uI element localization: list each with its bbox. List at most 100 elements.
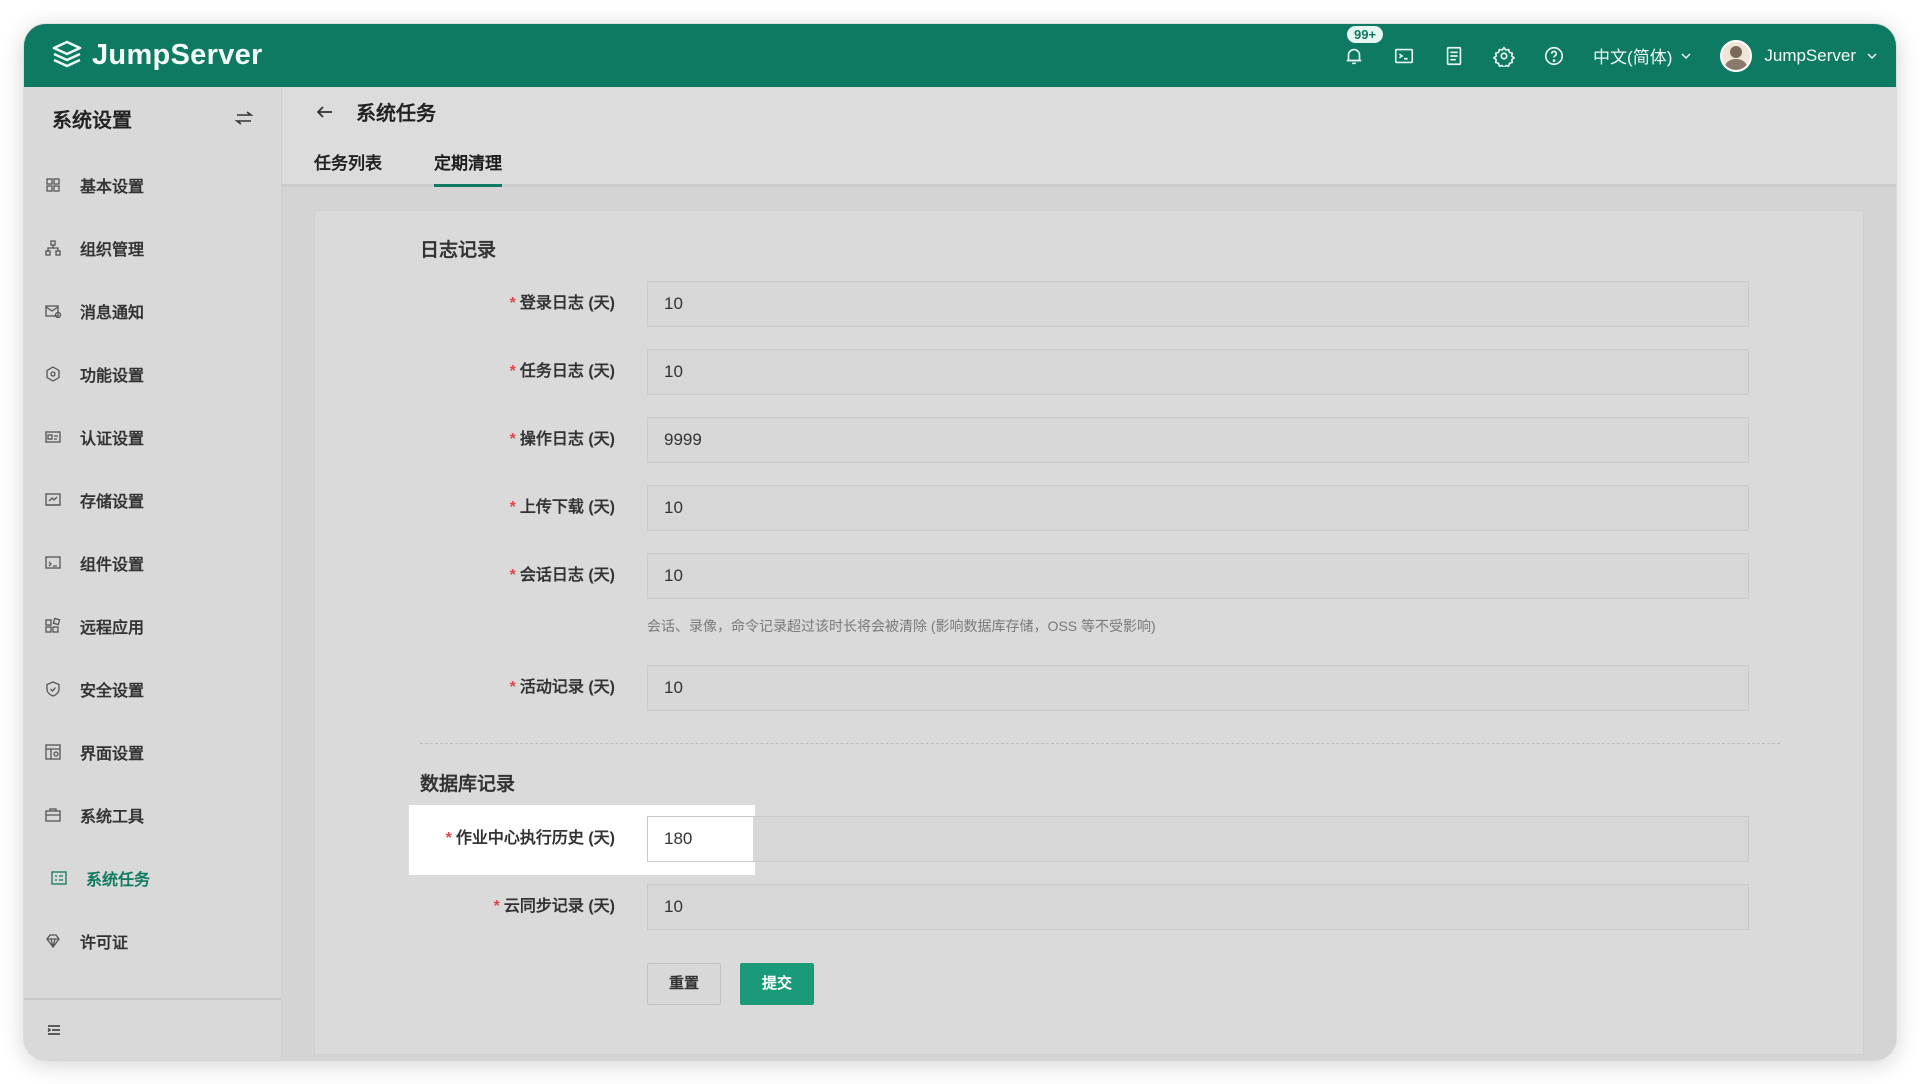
submit-button[interactable]: 提交 bbox=[740, 963, 814, 1005]
back-row: 系统任务 bbox=[314, 97, 436, 126]
tab-task-list[interactable]: 任务列表 bbox=[314, 149, 382, 186]
required-mark: * bbox=[509, 363, 516, 380]
sidebar-item-label: 界面设置 bbox=[80, 745, 145, 763]
page-header: 系统任务 任务列表 定期清理 bbox=[282, 87, 1896, 187]
sidebar-item-message[interactable]: 消息通知 bbox=[24, 279, 281, 342]
apps-icon bbox=[45, 617, 61, 633]
field-label: * 操作日志 (天) bbox=[510, 417, 615, 463]
language-label: 中文(简体) bbox=[1593, 48, 1673, 67]
web-terminal-button[interactable] bbox=[1379, 24, 1429, 87]
required-mark: * bbox=[509, 431, 516, 448]
settings-form-card: 日志记录 * 登录日志 (天) 10 * 任务日志 (天) 10 * 操作日志 (天)… bbox=[314, 210, 1864, 1055]
sidebar-header: 系统设置 bbox=[24, 87, 281, 149]
field-label: * 会话日志 (天) bbox=[510, 553, 615, 599]
required-mark: * bbox=[493, 898, 500, 915]
tabs: 任务列表 定期清理 bbox=[314, 149, 554, 187]
sidebar-item-security[interactable]: 安全设置 bbox=[24, 657, 281, 720]
job-history-input[interactable]: 180 bbox=[647, 816, 1749, 862]
field-login-log: * 登录日志 (天) 10 bbox=[315, 281, 1865, 327]
field-activity-log: * 活动记录 (天) 10 bbox=[315, 665, 1865, 711]
component-icon bbox=[45, 555, 61, 569]
task-log-input[interactable]: 10 bbox=[647, 349, 1749, 395]
operate-log-input[interactable]: 9999 bbox=[647, 417, 1749, 463]
field-label: * 登录日志 (天) bbox=[510, 281, 615, 327]
language-selector[interactable]: 中文(简体) bbox=[1593, 43, 1692, 68]
field-label: * 活动记录 (天) bbox=[510, 665, 615, 711]
ftp-log-input[interactable]: 10 bbox=[647, 485, 1749, 531]
notification-button[interactable]: 99+ bbox=[1329, 24, 1384, 87]
field-label-text: 活动记录 (天) bbox=[519, 679, 615, 696]
task-icon bbox=[51, 870, 67, 885]
docs-button[interactable] bbox=[1429, 24, 1479, 87]
brand-name: JumpServer bbox=[92, 39, 263, 71]
shield-icon bbox=[46, 680, 60, 697]
sidebar-item-tools[interactable]: 系统工具 bbox=[24, 783, 281, 846]
page-title: 系统任务 bbox=[356, 103, 436, 125]
tab-periodic-cleanup[interactable]: 定期清理 bbox=[434, 149, 502, 187]
required-mark: * bbox=[509, 499, 516, 516]
grid-icon bbox=[46, 177, 60, 192]
field-task-log: * 任务日志 (天) 10 bbox=[315, 349, 1865, 395]
field-job-history: * 作业中心执行历史 (天) 180 bbox=[315, 816, 1865, 862]
sidebar-item-label: 系统任务 bbox=[86, 871, 151, 889]
sidebar-item-label: 功能设置 bbox=[80, 367, 145, 385]
sidebar-item-component[interactable]: 组件设置 bbox=[24, 531, 281, 594]
field-label-text: 登录日志 (天) bbox=[519, 295, 615, 312]
section-title-log: 日志记录 bbox=[420, 240, 497, 261]
message-icon bbox=[45, 304, 62, 318]
sidebar-item-system-tasks[interactable]: 系统任务 bbox=[24, 846, 281, 909]
required-mark: * bbox=[509, 567, 516, 584]
sidebar-item-label: 系统工具 bbox=[80, 808, 145, 826]
section-divider bbox=[420, 743, 1780, 744]
brand[interactable]: JumpServer bbox=[50, 39, 263, 73]
main-content: 系统任务 任务列表 定期清理 日志记录 * 登录日志 (天) 10 * 任务日志 (… bbox=[282, 87, 1896, 1060]
sidebar-item-remote-apps[interactable]: 远程应用 bbox=[24, 594, 281, 657]
sidebar-item-storage[interactable]: 存储设置 bbox=[24, 468, 281, 531]
terminal-icon bbox=[1394, 48, 1414, 63]
swap-icon[interactable] bbox=[233, 107, 255, 129]
sidebar-item-label: 许可证 bbox=[80, 934, 129, 952]
sidebar-item-interface[interactable]: 界面设置 bbox=[24, 720, 281, 783]
sidebar-item-label: 安全设置 bbox=[80, 682, 145, 700]
section-title-db: 数据库记录 bbox=[420, 774, 516, 795]
field-session-log: * 会话日志 (天) 10 bbox=[315, 553, 1865, 599]
sidebar-item-license[interactable]: 许可证 bbox=[24, 909, 281, 972]
username: JumpServer bbox=[1764, 45, 1856, 65]
top-bar: JumpServer 99+ 中文(简体) JumpServer bbox=[24, 24, 1896, 87]
settings-button[interactable] bbox=[1479, 24, 1529, 87]
sidebar-item-feature[interactable]: 功能设置 bbox=[24, 342, 281, 405]
document-icon bbox=[1446, 46, 1462, 65]
field-ftp-log: * 上传下载 (天) 10 bbox=[315, 485, 1865, 531]
required-mark: * bbox=[509, 295, 516, 312]
chevron-down-icon bbox=[1867, 53, 1877, 59]
session-log-input[interactable]: 10 bbox=[647, 553, 1749, 599]
sidebar-nav: 基本设置 组织管理 消息通知 功能设置 认证设置 存储设置 组件设置 远程应用 … bbox=[24, 153, 281, 972]
sidebar-collapse[interactable] bbox=[24, 998, 281, 1060]
required-mark: * bbox=[445, 830, 452, 847]
sidebar-item-auth[interactable]: 认证设置 bbox=[24, 405, 281, 468]
field-label: * 作业中心执行历史 (天) bbox=[446, 816, 615, 862]
id-card-icon bbox=[45, 430, 61, 443]
sidebar-item-label: 认证设置 bbox=[80, 430, 145, 448]
cloud-sync-input[interactable]: 10 bbox=[647, 884, 1749, 930]
sidebar: 系统设置 基本设置 组织管理 消息通知 功能设置 认证设置 存储设置 组件设置 … bbox=[24, 87, 282, 1060]
jumpserver-logo-icon bbox=[52, 40, 82, 67]
field-operate-log: * 操作日志 (天) 9999 bbox=[315, 417, 1865, 463]
help-button[interactable] bbox=[1529, 24, 1579, 87]
reset-button[interactable]: 重置 bbox=[647, 963, 721, 1005]
sidebar-item-label: 组件设置 bbox=[80, 556, 145, 574]
field-label-text: 会话日志 (天) bbox=[519, 567, 615, 584]
avatar bbox=[1720, 39, 1753, 72]
user-menu[interactable]: JumpServer bbox=[1720, 39, 1878, 72]
activity-log-input[interactable]: 10 bbox=[647, 665, 1749, 711]
field-label-text: 任务日志 (天) bbox=[519, 363, 615, 380]
field-label-text: 云同步记录 (天) bbox=[503, 898, 615, 915]
feature-icon bbox=[46, 365, 60, 382]
sidebar-item-org[interactable]: 组织管理 bbox=[24, 216, 281, 279]
login-log-input[interactable]: 10 bbox=[647, 281, 1749, 327]
sidebar-item-basic[interactable]: 基本设置 bbox=[24, 153, 281, 216]
layout-icon bbox=[45, 743, 61, 760]
gear-icon bbox=[1493, 45, 1516, 67]
field-label: * 云同步记录 (天) bbox=[494, 884, 615, 930]
arrow-left-icon[interactable] bbox=[314, 101, 336, 123]
